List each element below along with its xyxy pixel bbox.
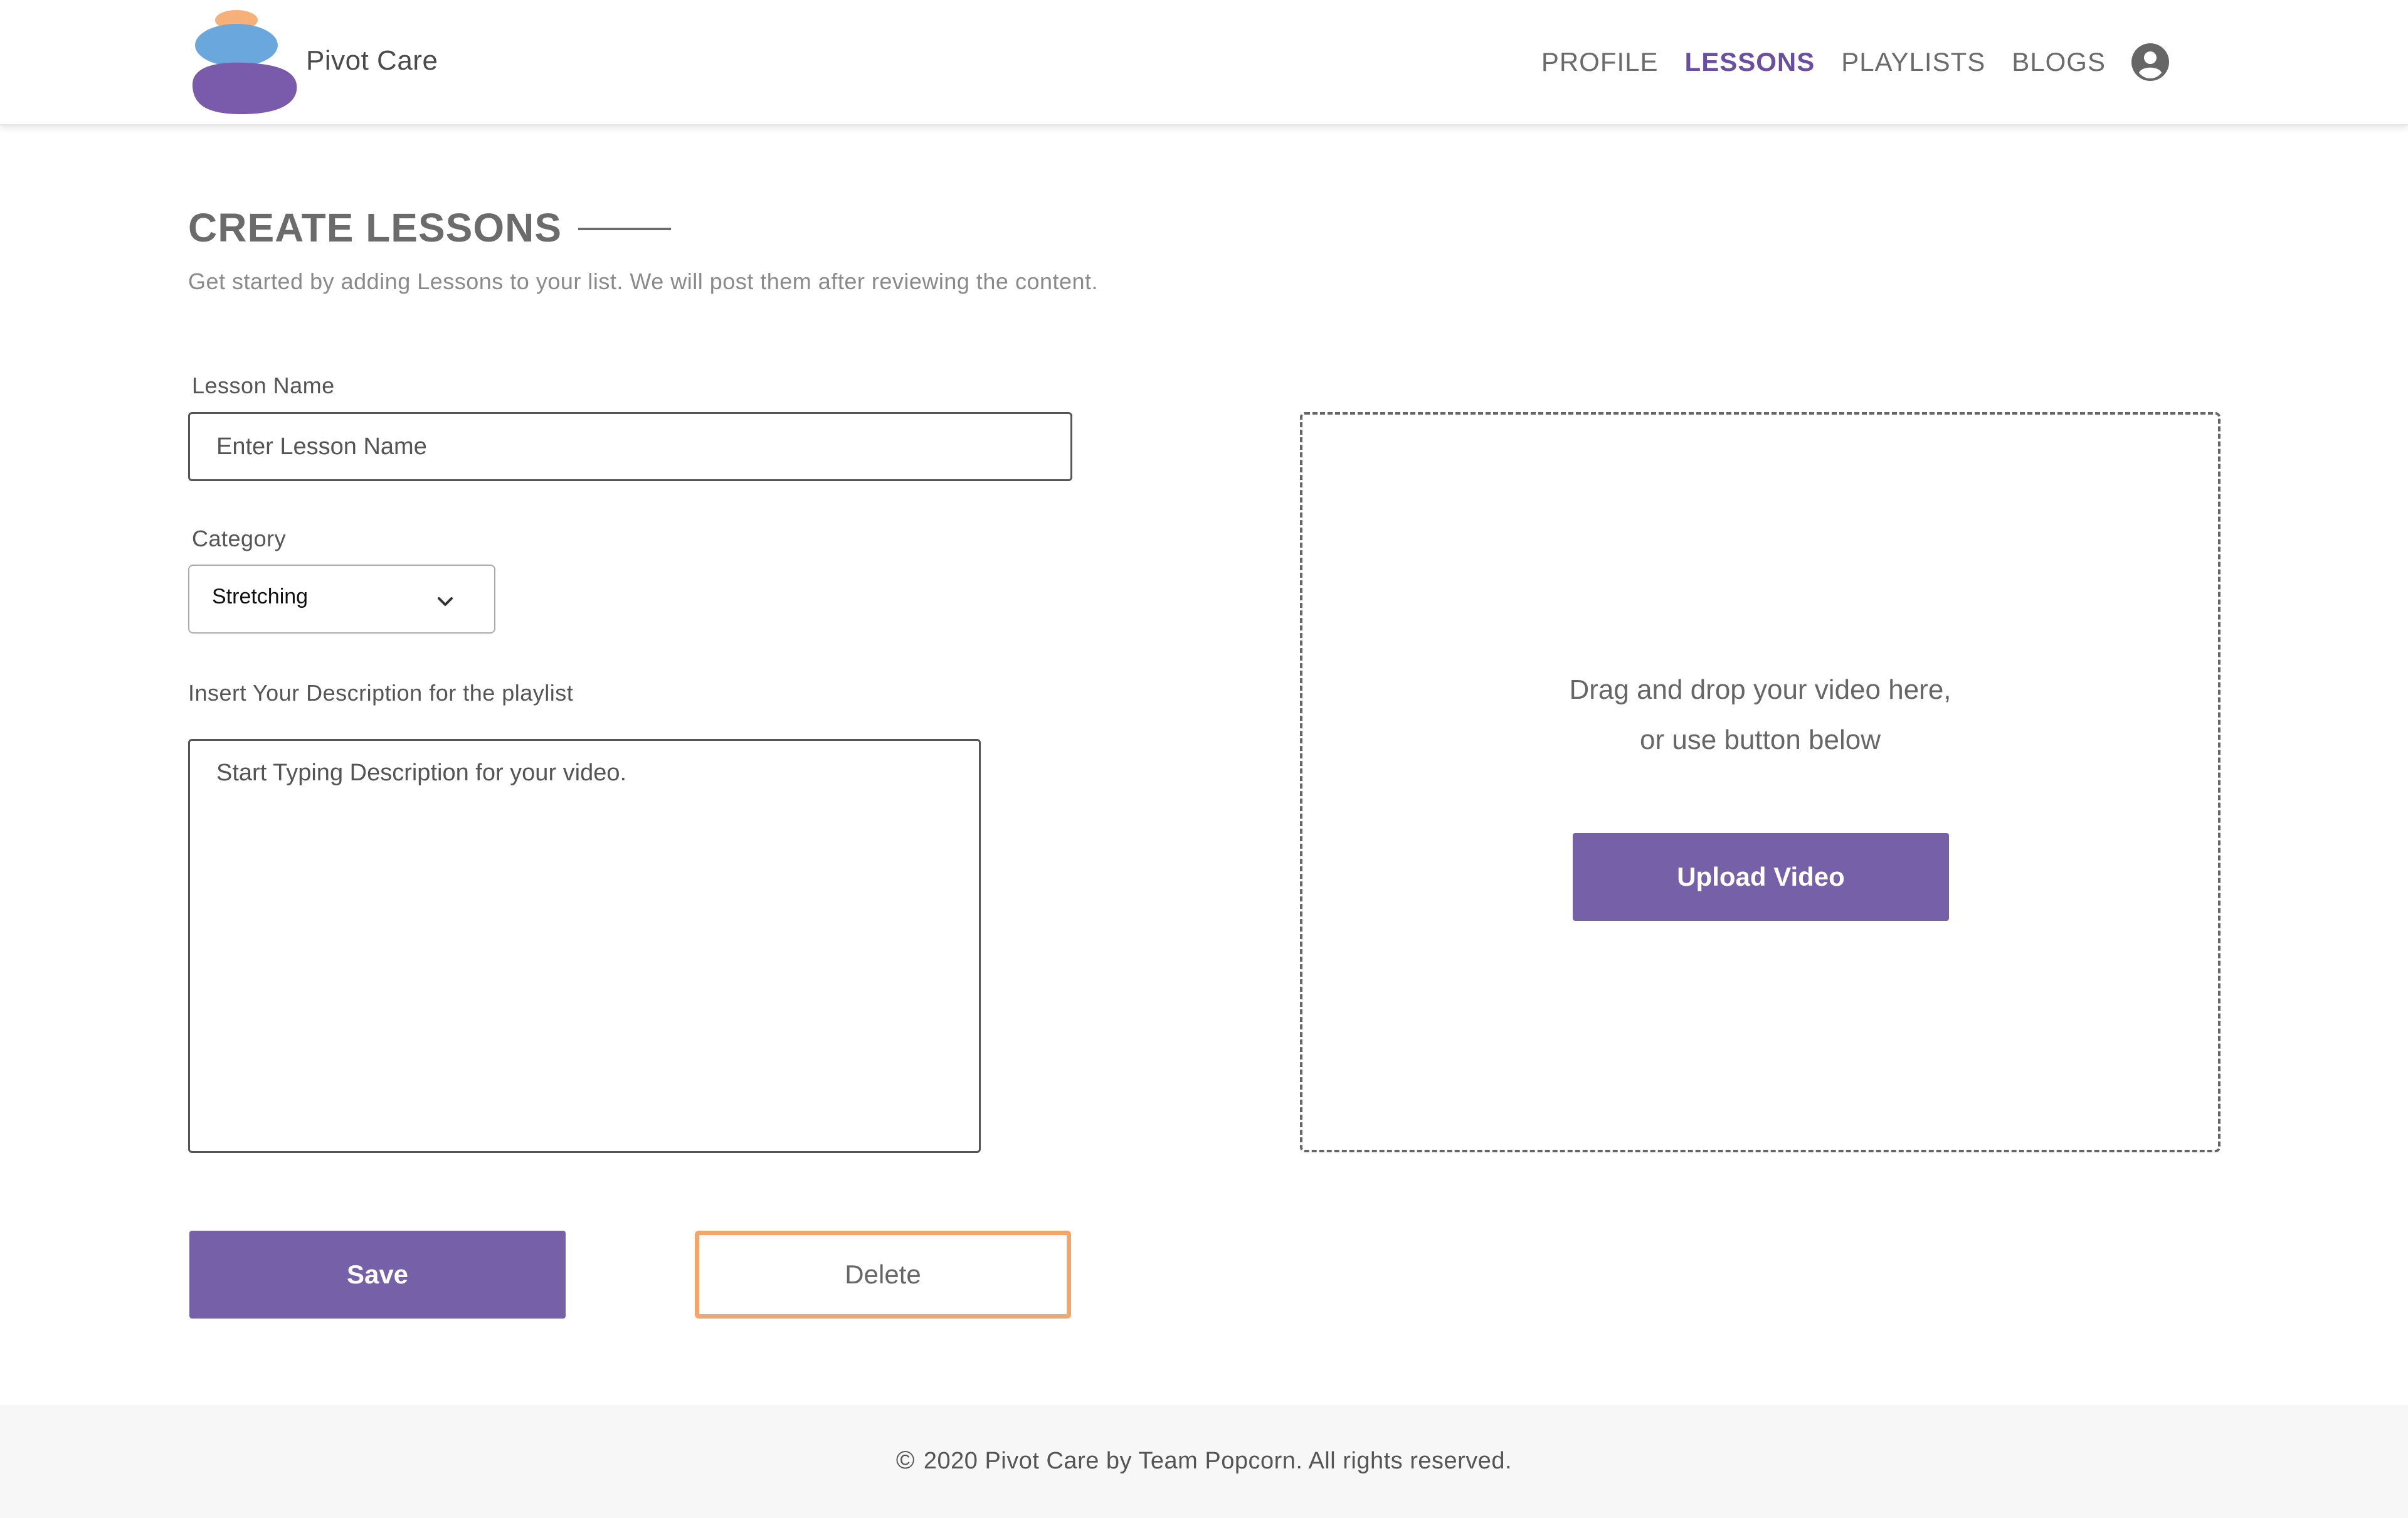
page-subtitle: Get started by adding Lessons to your li… bbox=[188, 268, 1099, 294]
save-button[interactable]: Save bbox=[189, 1231, 566, 1319]
title-divider bbox=[578, 228, 671, 230]
upload-video-button[interactable]: Upload Video bbox=[1573, 833, 1949, 921]
nav-profile[interactable]: PROFILE bbox=[1541, 47, 1659, 77]
description-textarea[interactable] bbox=[188, 739, 981, 1153]
copyright-icon: © bbox=[895, 1446, 915, 1474]
nav-lessons[interactable]: LESSONS bbox=[1685, 47, 1815, 77]
user-circle-icon[interactable] bbox=[2131, 43, 2170, 82]
lesson-name-label: Lesson Name bbox=[192, 373, 335, 398]
page-title: CREATE LESSONS bbox=[188, 205, 562, 250]
pivot-care-logo-icon[interactable] bbox=[185, 6, 298, 119]
dropzone-text-line2: or use button below bbox=[1639, 724, 1881, 755]
footer-copyright: © 2020 Pivot Care by Team Popcorn. All ri… bbox=[0, 1446, 2408, 1475]
description-label: Insert Your Description for the playlist bbox=[188, 680, 574, 706]
category-selected-value: Stretching bbox=[212, 585, 309, 608]
brand-name[interactable]: Pivot Care bbox=[306, 45, 438, 77]
category-select[interactable]: Stretching bbox=[188, 565, 495, 634]
footer: © 2020 Pivot Care by Team Popcorn. All ri… bbox=[0, 1405, 2408, 1518]
main-nav: PROFILE LESSONS PLAYLISTS BLOGS bbox=[1515, 43, 2170, 82]
dropzone-text-line1: Drag and drop your video here, bbox=[1569, 674, 1951, 705]
nav-playlists[interactable]: PLAYLISTS bbox=[1841, 47, 1985, 77]
video-dropzone[interactable]: Drag and drop your video here, or use bu… bbox=[1300, 412, 2221, 1152]
nav-blogs[interactable]: BLOGS bbox=[2012, 47, 2106, 77]
lesson-name-input[interactable] bbox=[188, 412, 1072, 481]
top-navbar: Pivot Care PROFILE LESSONS PLAYLISTS BLO… bbox=[0, 0, 2408, 125]
chevron-down-icon bbox=[438, 597, 453, 606]
delete-button[interactable]: Delete bbox=[695, 1231, 1071, 1319]
category-label: Category bbox=[192, 526, 287, 551]
footer-copyright-text: 2020 Pivot Care by Team Popcorn. All rig… bbox=[923, 1448, 1513, 1474]
